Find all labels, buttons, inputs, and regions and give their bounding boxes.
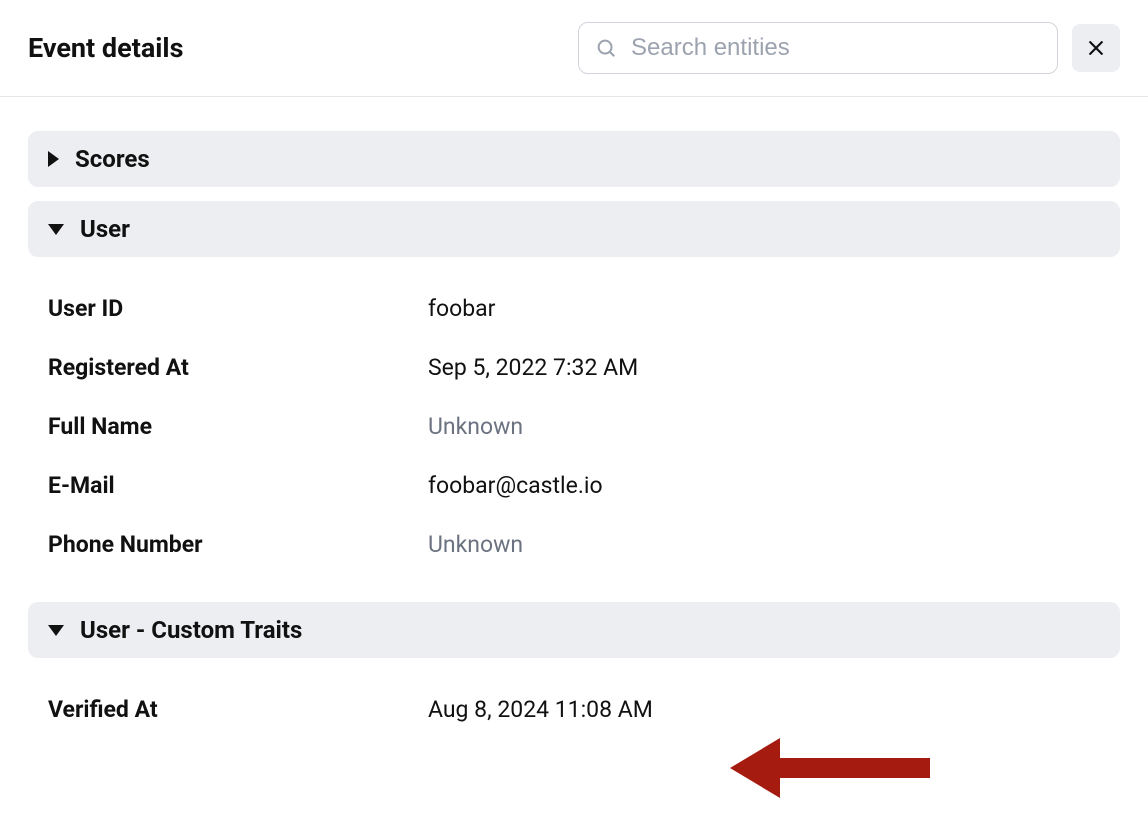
section-header-scores[interactable]: Scores [28, 131, 1120, 187]
chevron-down-icon [48, 625, 64, 636]
field-row-user-id: User ID foobar [28, 279, 1120, 338]
field-value: Unknown [428, 531, 523, 558]
search-box[interactable] [578, 22, 1058, 74]
page-title: Event details [28, 32, 183, 64]
custom-traits-fields: Verified At Aug 8, 2024 11:08 AM [28, 672, 1120, 767]
chevron-right-icon [48, 151, 59, 167]
field-value: foobar@castle.io [428, 472, 603, 499]
panel-header: Event details [0, 0, 1148, 97]
field-label: Registered At [48, 354, 428, 381]
field-row-phone: Phone Number Unknown [28, 515, 1120, 574]
field-row-registered-at: Registered At Sep 5, 2022 7:32 AM [28, 338, 1120, 397]
section-title-user: User [80, 215, 130, 243]
field-label: E-Mail [48, 472, 428, 499]
section-header-custom-traits[interactable]: User - Custom Traits [28, 602, 1120, 658]
field-row-verified-at: Verified At Aug 8, 2024 11:08 AM [28, 680, 1120, 739]
search-icon [595, 37, 617, 59]
field-row-email: E-Mail foobar@castle.io [28, 456, 1120, 515]
field-value: Unknown [428, 413, 523, 440]
close-icon [1086, 38, 1106, 58]
field-label: Full Name [48, 413, 428, 440]
search-input[interactable] [631, 34, 1041, 62]
field-value: Aug 8, 2024 11:08 AM [428, 696, 653, 723]
section-title-custom-traits: User - Custom Traits [80, 616, 302, 644]
chevron-down-icon [48, 224, 64, 235]
field-label: Verified At [48, 696, 428, 723]
section-header-user[interactable]: User [28, 201, 1120, 257]
field-value: foobar [428, 295, 495, 322]
field-value: Sep 5, 2022 7:32 AM [428, 354, 638, 381]
header-actions [578, 22, 1120, 74]
field-label: Phone Number [48, 531, 428, 558]
user-fields: User ID foobar Registered At Sep 5, 2022… [28, 271, 1120, 602]
section-title-scores: Scores [75, 145, 150, 173]
field-row-full-name: Full Name Unknown [28, 397, 1120, 456]
close-button[interactable] [1072, 24, 1120, 72]
panel-content: Scores User User ID foobar Registered At… [0, 97, 1148, 767]
field-label: User ID [48, 295, 428, 322]
